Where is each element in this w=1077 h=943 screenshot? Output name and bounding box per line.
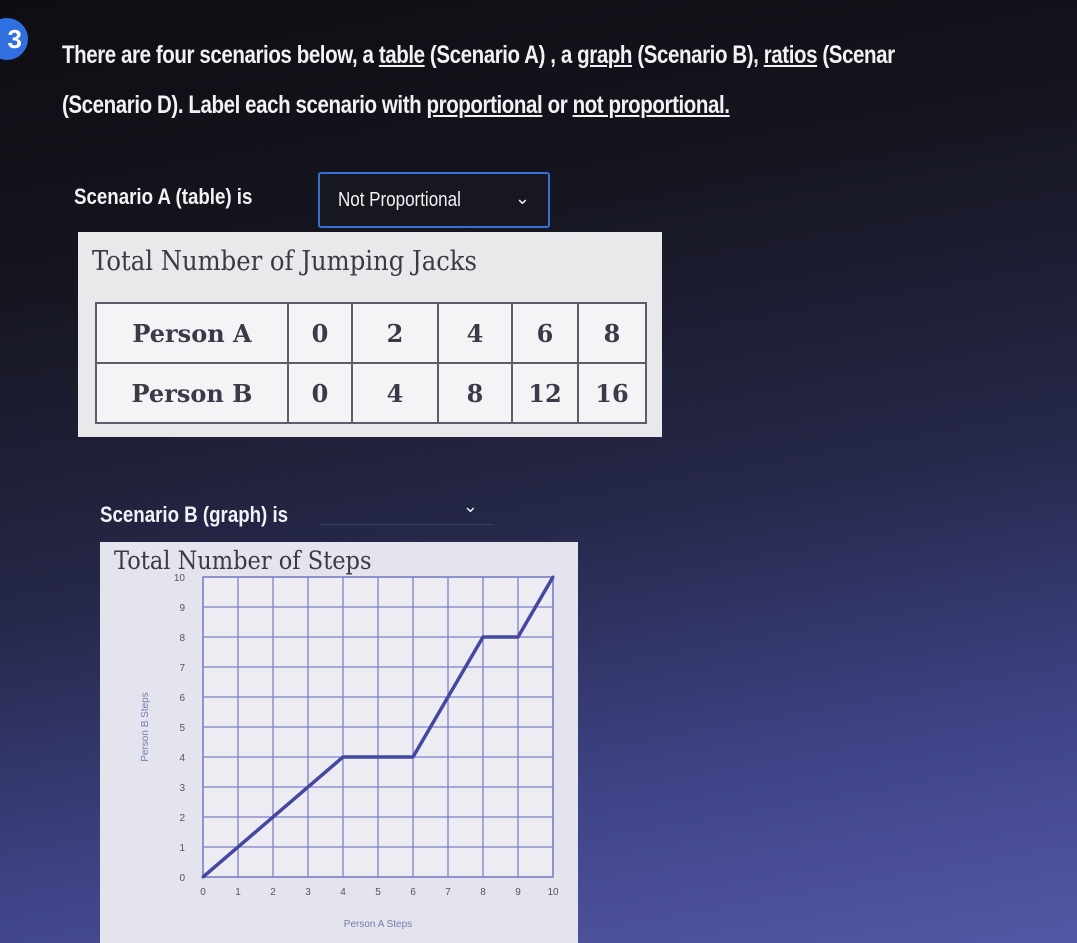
x-tick-label: 2	[270, 887, 276, 898]
chevron-down-icon: ⌄	[514, 188, 530, 208]
x-tick-label: 1	[235, 887, 241, 898]
scenario-a-dropdown[interactable]: Not Proportional ⌄	[318, 172, 550, 228]
scenario-a-table-panel: Total Number of Jumping Jacks Person A 0…	[78, 232, 662, 437]
table-cell: 0	[287, 302, 353, 364]
y-tick-label: 6	[179, 693, 185, 704]
text: There are four scenarios below, a	[62, 41, 379, 69]
keyword-ratios: ratios	[763, 41, 818, 69]
data-point	[551, 575, 555, 579]
question-number-badge: 3	[0, 18, 28, 60]
y-axis-label: Person B Steps	[140, 692, 151, 761]
scenario-b-label: Scenario B (graph) is	[100, 502, 289, 527]
x-tick-label: 4	[340, 887, 346, 898]
text: (Scenario A) , a	[424, 41, 578, 69]
data-point	[341, 755, 345, 759]
jumping-jacks-table: Person A 0 2 4 6 8 Person B 0 4 8 12 16	[95, 302, 647, 424]
table-cell: 0	[287, 362, 353, 424]
keyword-not-proportional: not proportional.	[572, 91, 730, 119]
table-title: Total Number of Jumping Jacks	[92, 246, 478, 277]
text: (Scenario B),	[632, 41, 764, 69]
x-tick-label: 6	[410, 887, 416, 898]
steps-chart: 0 1 2 3 4 5 6 7 8 9 10 0 1 2 3 4 5 6 7 8 9 10 Person A Steps Pe…	[140, 573, 559, 930]
x-tick-label: 7	[445, 887, 451, 898]
x-tick-label: 0	[200, 887, 206, 898]
y-tick-label: 0	[179, 873, 185, 884]
data-point	[201, 875, 205, 879]
y-tick-label: 2	[179, 813, 185, 824]
y-tick-label: 7	[179, 663, 185, 674]
row-header: Person B	[95, 362, 289, 424]
table-cell: 16	[577, 362, 647, 424]
text: (Scenar	[817, 41, 895, 69]
scenario-a-label: Scenario A (table) is	[74, 184, 253, 209]
y-tick-label: 3	[179, 783, 185, 794]
table-row: Person B 0 4 8 12 16	[95, 362, 647, 424]
table-row: Person A 0 2 4 6 8	[95, 302, 647, 364]
scenario-b-graph-panel: Total Number of Steps 0 1 2 3 4 5 6 7 8 9 10 0 1 2 3 4 5…	[100, 542, 578, 943]
table-cell: 2	[351, 302, 439, 364]
question-line-1: There are four scenarios below, a table …	[62, 30, 964, 80]
y-tick-label: 8	[179, 633, 185, 644]
scenario-a-selected: Not Proportional	[338, 188, 461, 211]
chevron-down-icon: ⌄	[462, 496, 478, 516]
question-text: There are four scenarios below, a table …	[62, 30, 964, 130]
keyword-graph: graph	[577, 41, 633, 69]
table-cell: 4	[351, 362, 439, 424]
table-cell: 12	[511, 362, 579, 424]
text: (Scenario D). Label each scenario with	[62, 91, 427, 119]
y-tick-label: 5	[179, 723, 185, 734]
x-tick-label: 9	[515, 887, 521, 898]
table-cell: 6	[511, 302, 579, 364]
y-tick-label: 4	[179, 753, 185, 764]
table-cell: 4	[437, 302, 513, 364]
row-header: Person A	[95, 302, 289, 364]
keyword-proportional: proportional	[426, 91, 543, 119]
x-tick-label: 5	[375, 887, 381, 898]
table-cell: 8	[437, 362, 513, 424]
x-axis-label: Person A Steps	[344, 919, 412, 930]
keyword-table: table	[378, 41, 425, 69]
x-tick-label: 8	[480, 887, 486, 898]
x-tick-label: 10	[547, 887, 559, 898]
table-cell: 8	[577, 302, 647, 364]
data-point	[481, 635, 485, 639]
y-tick-label: 10	[174, 573, 186, 584]
question-line-2: (Scenario D). Label each scenario with p…	[62, 80, 964, 130]
data-point	[411, 755, 415, 759]
y-tick-label: 1	[179, 843, 185, 854]
y-tick-label: 9	[179, 603, 185, 614]
data-point	[516, 635, 520, 639]
text: or	[542, 91, 573, 119]
scenario-b-dropdown[interactable]: ⌄	[320, 492, 492, 525]
x-tick-label: 3	[305, 887, 311, 898]
